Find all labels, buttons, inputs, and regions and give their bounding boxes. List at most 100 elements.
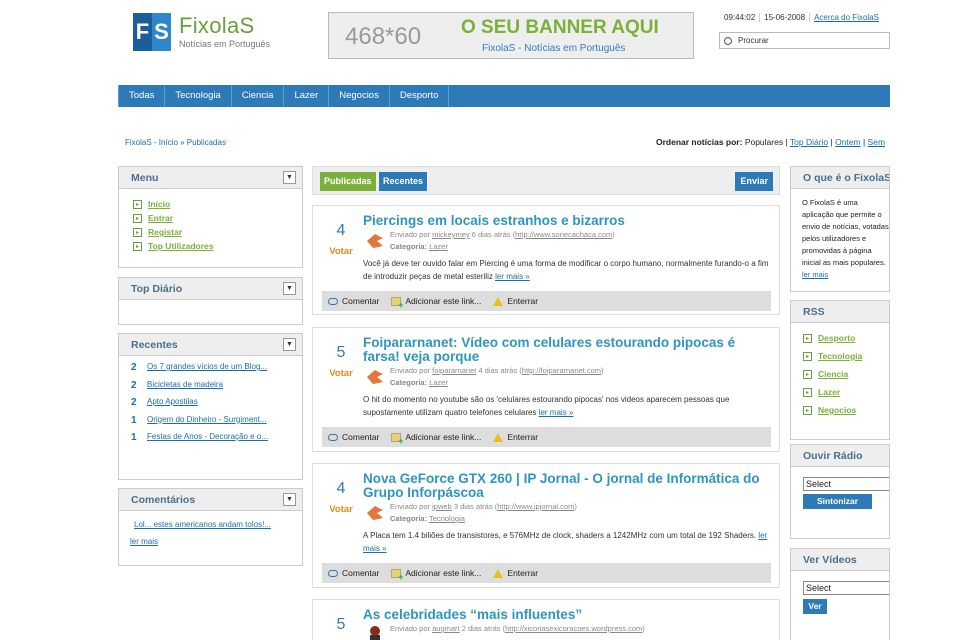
banner-ad[interactable]: 468*60 O SEU BANNER AQUI FixolaS - Notíc… (328, 12, 694, 59)
nav-item-desporto[interactable]: Desporto (390, 85, 450, 107)
about-link[interactable]: Acerca do FixolaS (810, 13, 879, 22)
avatar (367, 234, 383, 248)
comment-button[interactable]: Comentar (328, 296, 379, 306)
tab-recentes[interactable]: Recentes (379, 172, 428, 191)
list-item[interactable]: 2 Os 7 grandes vícios de um Blog... (131, 362, 302, 380)
post-title[interactable]: Foipararnanet: Vídeo com celulares estou… (363, 336, 773, 364)
rss-item-negocios[interactable]: Negocios (818, 405, 856, 415)
post-actions: Comentar Adicionar este link... Enterrar (322, 563, 771, 583)
nav-item-negocios[interactable]: Negocios (329, 85, 390, 107)
menu-box-title: Menu (131, 172, 159, 184)
add-link-button[interactable]: Adicionar este link... (391, 296, 481, 310)
chevron-down-icon[interactable]: ▼ (283, 338, 296, 351)
avatar (367, 506, 383, 520)
menu-item-top-utilizadores[interactable]: Top Utilizadores (148, 241, 214, 251)
post-meta: Enviado por foipararnanet 4 dias atrás (… (390, 366, 604, 387)
arrow-icon: ▸ (133, 213, 142, 223)
list-item[interactable]: 2 Bicicletas de madeira (131, 380, 302, 398)
bury-button[interactable]: Enterrar (493, 432, 538, 442)
arrow-icon: ▸ (803, 405, 812, 415)
warning-icon (493, 568, 504, 578)
sort-options: Ordenar notícias por: Populares | Top Di… (656, 137, 886, 147)
arrow-icon: ▸ (133, 199, 142, 209)
list-item[interactable]: 2 Apto Apostilas (131, 397, 302, 415)
add-link-button[interactable]: Adicionar este link... (391, 432, 481, 446)
radio-select[interactable]: Select (803, 477, 889, 491)
nav-item-todas[interactable]: Todas (118, 85, 166, 107)
sort-semana[interactable]: Sem (868, 137, 885, 147)
post-actions: Comentar Adicionar este link... Enterrar (322, 291, 771, 311)
posts-tabbar: Publicadas Recentes Enviar (312, 166, 780, 195)
tab-publicadas[interactable]: Publicadas (320, 172, 376, 191)
arrow-icon: ▸ (133, 241, 142, 251)
arrow-icon: ▸ (803, 333, 812, 343)
view-button[interactable]: Ver (803, 599, 827, 614)
banner-title: O SEU BANNER AQUI (461, 17, 659, 38)
post-title[interactable]: Piercings em locais estranhos e bizarros (363, 214, 773, 228)
nav-item-ciencia[interactable]: Ciencia (232, 85, 285, 107)
videos-select[interactable]: Select (803, 581, 889, 595)
bury-button[interactable]: Enterrar (493, 568, 538, 578)
comentarios-box: Comentários ▼ Lol... estes americanos and… (118, 488, 303, 566)
search-input[interactable]: Procurar (719, 32, 890, 49)
rss-item-desporto[interactable]: Desporto (818, 333, 855, 343)
bury-button[interactable]: Enterrar (493, 296, 538, 306)
post-item: 4 Votar Nova GeForce GTX 260 | IP Jornal … (312, 463, 780, 588)
vote-button[interactable]: Votar (313, 368, 369, 379)
list-item[interactable]: 1 Origem do Dinheiro - Surgiment... (131, 415, 302, 433)
comment-button[interactable]: Comentar (328, 568, 379, 578)
about-box: O que é o FixolaS O FixolaS é uma aplica… (790, 166, 890, 292)
post-meta: Enviado por ipweb 3 dias atrás (http://w… (390, 502, 577, 523)
post-title[interactable]: Nova GeForce GTX 260 | IP Jornal - O jor… (363, 472, 773, 500)
vote-count: 5 (336, 616, 346, 633)
list-item[interactable]: 1 Festas de Anos - Decoração e o... (131, 432, 302, 450)
menu-item-registar[interactable]: Registar (148, 227, 182, 237)
menu-item-entrar[interactable]: Entrar (148, 213, 173, 223)
chevron-down-icon[interactable]: ▼ (283, 171, 296, 184)
rss-item-ciencia[interactable]: Ciencia (818, 369, 848, 379)
chevron-down-icon[interactable]: ▼ (283, 493, 296, 506)
current-date: 15-06-2008 (760, 13, 811, 22)
vote-button[interactable]: Votar (313, 504, 369, 515)
comment-read-more[interactable]: ler mais (130, 537, 158, 546)
add-folder-icon (391, 568, 403, 582)
rss-item-lazer[interactable]: Lazer (818, 387, 840, 397)
radio-box: Ouvir Rádio Select Sintonizar (790, 444, 890, 539)
sort-top-diario[interactable]: Top Diário (790, 137, 828, 147)
banner-dimensions: 468*60 (345, 23, 422, 50)
comment-button[interactable]: Comentar (328, 432, 379, 442)
sort-current: Populares (744, 137, 784, 147)
nav-item-tecnologia[interactable]: Tecnologia (165, 85, 232, 107)
post-item: 5 As celebridades “mais influentes” Envi… (312, 599, 780, 640)
vote-button[interactable]: Votar (313, 246, 369, 257)
about-read-more[interactable]: ler mais (802, 270, 828, 279)
vote-count: 5 (336, 344, 346, 361)
search-icon (724, 36, 732, 45)
post-meta: Enviado por mickeymey 6 dias atrás (http… (390, 230, 615, 251)
menu-item-inicio[interactable]: Início (148, 199, 170, 209)
post-description: O hit do momento no youtube são os 'celu… (363, 395, 730, 417)
arrow-icon: ▸ (803, 351, 812, 361)
arrow-icon: ▸ (133, 227, 142, 237)
enviar-button[interactable]: Enviar (735, 172, 773, 191)
add-link-button[interactable]: Adicionar este link... (391, 568, 481, 582)
logo-name: FixolaS (179, 13, 255, 38)
chevron-down-icon[interactable]: ▼ (283, 282, 296, 295)
banner-subtitle: FixolaS - Notícias em Português (482, 43, 626, 54)
main-nav: Todas Tecnologia Ciencia Lazer Negocios … (118, 85, 890, 107)
breadcrumb[interactable]: FixolaS - Início » Publicadas (125, 138, 226, 147)
sort-ontem[interactable]: Ontem (835, 137, 861, 147)
tune-button[interactable]: Sintonizar (803, 494, 872, 509)
comment-icon (328, 433, 338, 441)
radio-title: Ouvir Rádio (791, 445, 889, 467)
rss-box: RSS ▸ Desporto ▸ Tecnologia ▸ Ciencia ▸ Laze… (790, 300, 890, 440)
vote-count: 4 (336, 222, 346, 239)
nav-item-lazer[interactable]: Lazer (284, 85, 330, 107)
comment-link[interactable]: Lol... estes americanos andam tolos!... (134, 520, 271, 529)
rss-item-tecnologia[interactable]: Tecnologia (818, 351, 862, 361)
avatar (367, 370, 383, 384)
videos-title: Ver Vídeos (791, 549, 889, 571)
logo[interactable]: F S FixolaS Notícias em Português (133, 13, 270, 51)
post-description: Você já deve ter ouvido falar em Piercin… (363, 259, 769, 281)
post-title[interactable]: As celebridades “mais influentes” (363, 608, 773, 622)
